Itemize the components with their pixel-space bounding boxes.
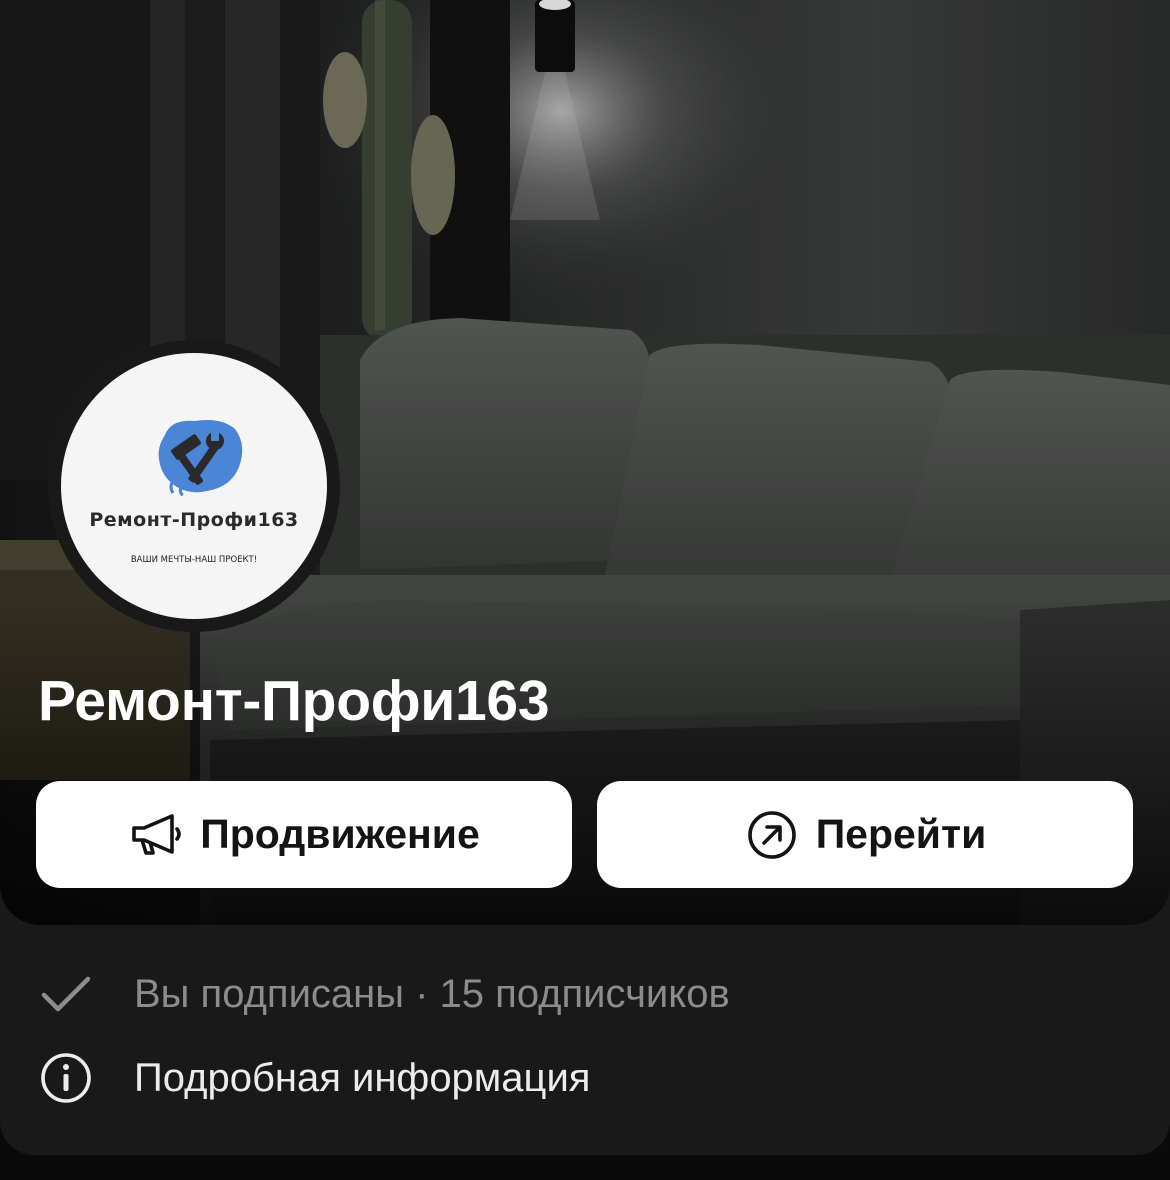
arrow-up-right-circle-icon: [747, 810, 796, 859]
subscription-text: Вы подписаны · 15 подписчиков: [134, 971, 730, 1016]
group-name: Ремонт-Профи163: [38, 669, 550, 733]
promote-button-label: Продвижение: [200, 811, 480, 857]
avatar[interactable]: Ремонт-Профи163 ВАШИ МЕЧТЫ-НАШ ПРОЕКТ!: [48, 340, 340, 632]
checkmark-icon: [41, 976, 91, 1012]
hammer-wrench-icon: [158, 420, 243, 497]
details-text: Подробная информация: [134, 1055, 591, 1100]
details-link[interactable]: Подробная информация: [38, 1048, 590, 1108]
subscription-status[interactable]: Вы подписаны · 15 подписчиков: [38, 964, 730, 1024]
promote-button[interactable]: Продвижение: [36, 781, 572, 888]
open-button[interactable]: Перейти: [597, 781, 1133, 888]
info-circle-icon: [41, 1053, 91, 1103]
logo-title: Ремонт-Профи163: [89, 509, 299, 531]
megaphone-icon: [132, 813, 182, 855]
logo-slogan: ВАШИ МЕЧТЫ-НАШ ПРОЕКТ!: [130, 555, 258, 565]
group-header-card: Ремонт-Профи163 ВАШИ МЕЧТЫ-НАШ ПРОЕКТ! Р…: [0, 0, 1170, 1155]
avatar-logo: Ремонт-Профи163 ВАШИ МЕЧТЫ-НАШ ПРОЕКТ!: [61, 353, 327, 619]
open-button-label: Перейти: [815, 811, 987, 857]
